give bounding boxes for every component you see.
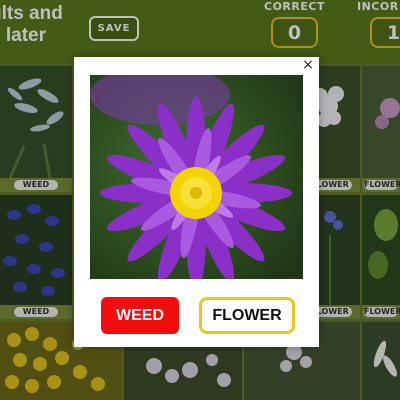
classify-modal: × WEED FLOWER xyxy=(74,57,319,347)
weed-button[interactable]: WEED xyxy=(101,297,179,334)
flower-photo xyxy=(90,75,303,279)
close-icon[interactable]: × xyxy=(301,58,315,72)
flower-button[interactable]: FLOWER xyxy=(199,297,295,334)
